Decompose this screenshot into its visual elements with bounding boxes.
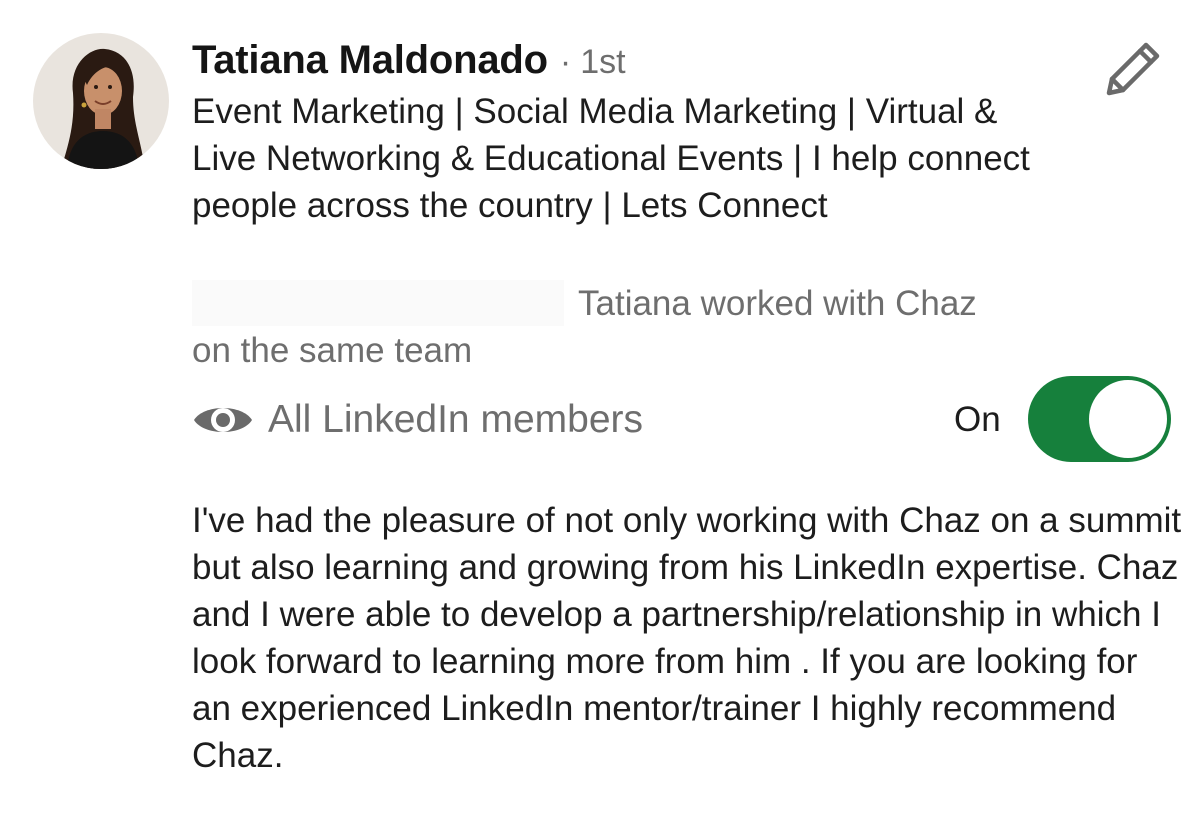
eye-icon [192, 400, 254, 440]
profile-name-row: Tatiana Maldonado · 1st [192, 38, 626, 92]
connection-degree: 1st [580, 43, 626, 81]
avatar[interactable] [33, 33, 169, 169]
relationship-text: Tatiana worked with Chaz on the same tea… [192, 284, 977, 370]
edit-button[interactable] [1100, 36, 1166, 102]
toggle-label: On [954, 400, 1001, 439]
visibility-label: All LinkedIn members [268, 398, 643, 441]
recommendation-text: I've had the pleasure of not only workin… [192, 501, 1182, 775]
visibility-setting[interactable]: All LinkedIn members [192, 392, 643, 448]
degree-separator: · [559, 43, 572, 81]
profile-photo [33, 33, 169, 169]
pencil-icon [1106, 42, 1160, 96]
visibility-toggle[interactable] [1028, 376, 1171, 462]
profile-name[interactable]: Tatiana Maldonado [192, 38, 548, 83]
profile-headline: Event Marketing | Social Media Marketing… [192, 92, 1030, 225]
toggle-knob[interactable] [1089, 380, 1167, 458]
